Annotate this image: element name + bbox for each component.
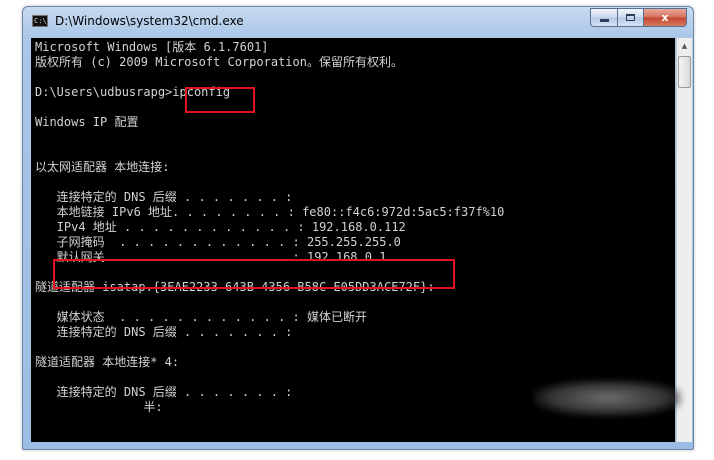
maximize-icon xyxy=(626,14,635,21)
console-line: 连接特定的 DNS 后缀 . . . . . . . : xyxy=(35,385,293,399)
console-line: 媒体状态 . . . . . . . . . . . . : 媒体已断开 xyxy=(35,310,367,324)
console-line: Microsoft Windows [版本 6.1.7601] xyxy=(35,40,269,54)
maximize-button[interactable] xyxy=(617,8,643,27)
console-line: 隧道适配器 isatap.{3EAE2233-643B-4356-B58C-E0… xyxy=(35,280,435,294)
console-line: 本地链接 IPv6 地址. . . . . . . . : fe80::f4c6… xyxy=(35,205,505,219)
console-line: 连接特定的 DNS 后缀 . . . . . . . : xyxy=(35,190,293,204)
scroll-up-arrow-icon[interactable]: ▲ xyxy=(677,38,692,54)
console-line: 半: xyxy=(35,400,163,414)
minimize-button[interactable] xyxy=(590,8,617,27)
console-line: 默认网关. . . . . . . . . . . . . : 192.168.… xyxy=(35,250,387,264)
console-line: 隧道适配器 本地连接* 4: xyxy=(35,355,180,369)
window-controls: x xyxy=(590,8,687,28)
console-line: 版权所有 (c) 2009 Microsoft Corporation。保留所有… xyxy=(35,55,403,69)
cmd-icon: C:\ xyxy=(32,15,48,27)
console-line: Windows IP 配置 xyxy=(35,115,139,129)
console-line: 以太网适配器 本地连接: xyxy=(35,160,170,174)
console-line: 连接特定的 DNS 后缀 . . . . . . . : xyxy=(35,325,293,339)
watermark-blur xyxy=(534,380,682,416)
close-icon: x xyxy=(661,11,669,24)
console-line: IPv4 地址 . . . . . . . . . . . . : 192.16… xyxy=(35,220,406,234)
title-bar[interactable]: C:\ D:\Windows\system32\cmd.exe x xyxy=(23,7,693,35)
close-button[interactable]: x xyxy=(643,8,687,27)
window-title: D:\Windows\system32\cmd.exe xyxy=(55,14,244,28)
minimize-icon xyxy=(599,19,609,22)
scroll-thumb[interactable] xyxy=(678,56,691,88)
console-line: D:\Users\udbusrapg>ipconfig xyxy=(35,85,231,99)
console-line: 子网掩码 . . . . . . . . . . . . : 255.255.2… xyxy=(35,235,401,249)
